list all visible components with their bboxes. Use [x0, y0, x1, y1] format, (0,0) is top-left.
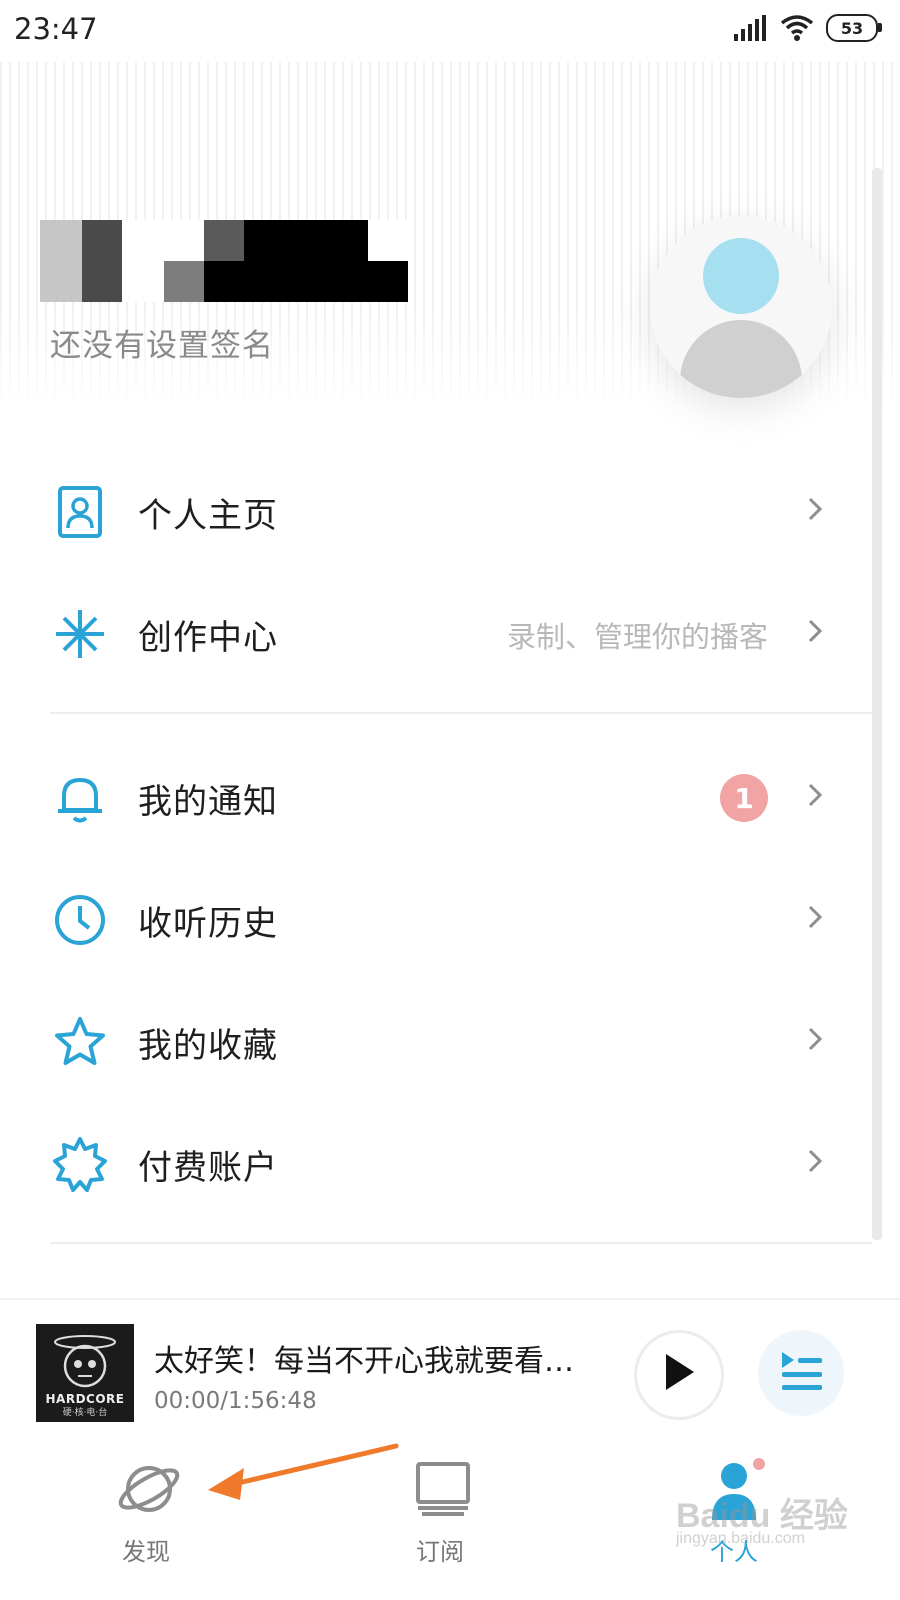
avatar-head [703, 238, 779, 314]
status-time: 23:47 [14, 12, 98, 46]
avatar[interactable] [650, 216, 832, 398]
cover-subtext: 硬·核·电·台 [62, 1408, 108, 1418]
profile-signature[interactable]: 还没有设置签名 [50, 320, 274, 365]
status-icons: 53 [734, 14, 882, 42]
menu-label: 个人主页 [138, 496, 278, 536]
planet-icon [118, 1466, 180, 1512]
playlist-button[interactable] [758, 1330, 844, 1416]
chevron-right-icon [808, 905, 823, 929]
scrollbar[interactable] [872, 168, 882, 1240]
battery-indicator: 53 [826, 14, 882, 42]
menu-item-favorites[interactable]: 我的收藏 [0, 980, 870, 1100]
chevron-right-icon [808, 619, 823, 643]
watermark-url: jingyan.baidu.com [676, 1530, 805, 1547]
menu-item-paid-account[interactable]: 付费账户 [0, 1102, 870, 1222]
divider [50, 712, 872, 714]
menu-sublabel: 录制、管理你的播客 [506, 620, 768, 654]
chevron-right-icon [808, 1149, 823, 1173]
sparkle-icon [56, 610, 104, 658]
wifi-icon [780, 15, 814, 41]
menu-item-creator-center[interactable]: 创作中心 录制、管理你的播客 [0, 572, 870, 692]
username-redacted [40, 220, 408, 302]
mini-player[interactable]: HARDCORE 硬·核·电·台 太好笑！每当不开心我就要看… 00:00/1:… [0, 1298, 900, 1446]
user-card-icon [58, 486, 102, 538]
track-title[interactable]: 太好笑！每当不开心我就要看… [154, 1336, 574, 1380]
monitor-icon [416, 1462, 470, 1516]
album-cover[interactable]: HARDCORE 硬·核·电·台 [36, 1324, 134, 1422]
notification-badge: 1 [720, 774, 768, 822]
menu-label: 创作中心 [138, 618, 278, 658]
clock-icon [55, 895, 105, 945]
star-icon [55, 1017, 105, 1065]
tab-label: 发现 [122, 1538, 170, 1566]
chevron-right-icon [808, 497, 823, 521]
badge-star-icon [53, 1137, 107, 1192]
menu-label: 收听历史 [138, 904, 278, 944]
menu-label: 我的通知 [138, 782, 278, 822]
menu-item-history[interactable]: 收听历史 [0, 858, 870, 978]
chevron-right-icon [808, 1027, 823, 1051]
track-time: 00:00/1:56:48 [154, 1388, 317, 1414]
status-bar: 23:47 53 [0, 0, 900, 62]
play-icon [666, 1354, 694, 1390]
menu-item-profile-page[interactable]: 个人主页 [0, 450, 870, 570]
annotation-arrow-icon [208, 1443, 399, 1500]
menu-item-notifications[interactable]: 我的通知 1 [0, 736, 870, 856]
tab-label: 订阅 [416, 1538, 464, 1566]
signal-icon [734, 15, 766, 41]
menu-label: 我的收藏 [138, 1026, 278, 1066]
playlist-icon [782, 1352, 822, 1390]
menu-label: 付费账户 [138, 1148, 278, 1188]
bell-icon [58, 778, 102, 823]
chevron-right-icon [808, 783, 823, 807]
avatar-body [680, 320, 802, 398]
divider [50, 1242, 872, 1244]
cover-text: HARDCORE [45, 1392, 125, 1406]
play-button[interactable] [634, 1330, 724, 1420]
